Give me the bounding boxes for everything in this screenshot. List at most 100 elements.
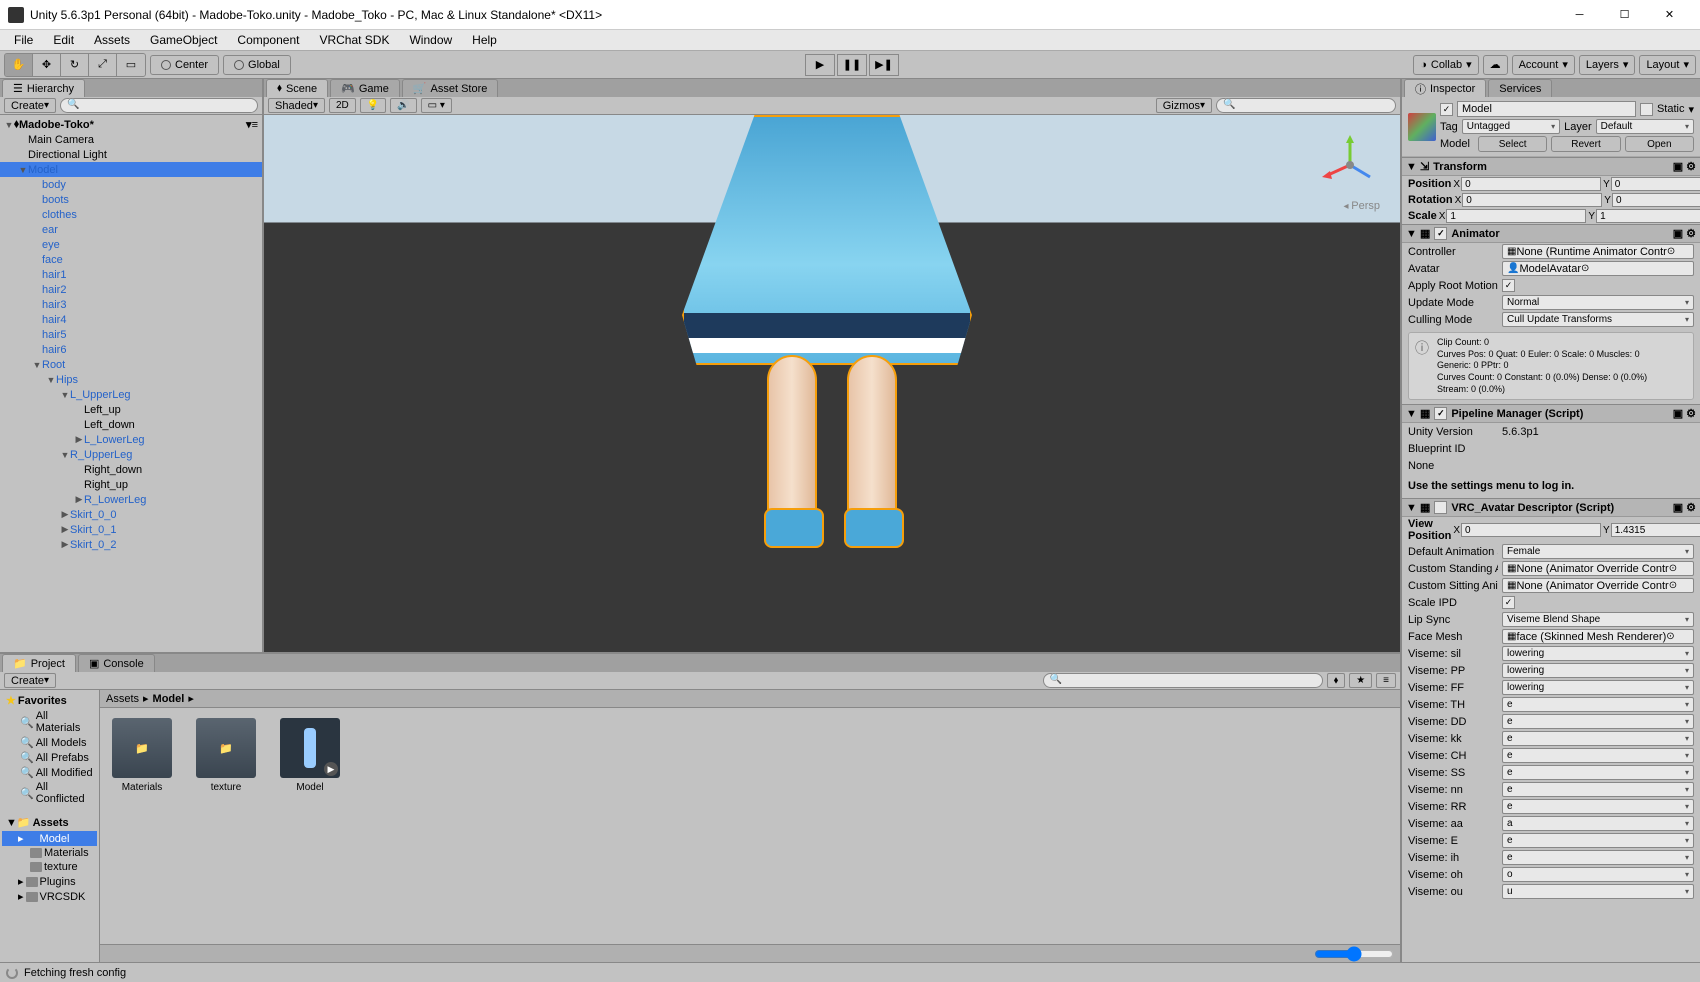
gear-icon[interactable]: ▣ ⚙ xyxy=(1673,227,1696,240)
console-tab[interactable]: ▣ Console xyxy=(78,654,155,672)
favorite-all-modified[interactable]: 🔍All Modified xyxy=(2,765,97,780)
hierarchy-item-body[interactable]: body xyxy=(0,177,262,192)
assets-header[interactable]: ▼📁 Assets xyxy=(2,814,97,831)
light-toggle[interactable]: 💡 xyxy=(360,98,386,113)
move-tool[interactable]: ✥ xyxy=(33,54,61,76)
face-mesh-field[interactable]: ▦ face (Skinned Mesh Renderer) ⊙ xyxy=(1502,629,1694,644)
select-button[interactable]: Select xyxy=(1478,136,1547,152)
menu-gameobject[interactable]: GameObject xyxy=(140,30,227,50)
scale-ipd-checkbox[interactable]: ✓ xyxy=(1502,596,1515,609)
scene-viewport[interactable]: ◂ Persp xyxy=(264,115,1400,652)
favorite-all-models[interactable]: 🔍All Models xyxy=(2,735,97,750)
hierarchy-item-main-camera[interactable]: Main Camera xyxy=(0,132,262,147)
hierarchy-item-directional-light[interactable]: Directional Light xyxy=(0,147,262,162)
asset-store-tab[interactable]: 🛒 Asset Store xyxy=(402,79,499,97)
scale-x[interactable] xyxy=(1446,209,1586,223)
inspector-tab[interactable]: ⓘ Inspector xyxy=(1404,79,1486,97)
breadcrumb[interactable]: Assets ▸ Model ▸ xyxy=(100,690,1400,708)
rotate-tool[interactable]: ↻ xyxy=(61,54,89,76)
services-tab[interactable]: Services xyxy=(1488,79,1552,97)
project-filter-2[interactable]: ★ xyxy=(1349,673,1372,688)
hierarchy-item-r-lowerleg[interactable]: ▶R_LowerLeg xyxy=(0,492,262,507)
avatar-field[interactable]: 👤 ModelAvatar ⊙ xyxy=(1502,261,1694,276)
hierarchy-item-right-up[interactable]: Right_up xyxy=(0,477,262,492)
menu-file[interactable]: File xyxy=(4,30,43,50)
gizmos-dropdown[interactable]: Gizmos ▾ xyxy=(1156,98,1212,113)
viseme-dropdown[interactable]: lowering xyxy=(1502,663,1694,678)
folder-plugins[interactable]: ▸Plugins xyxy=(2,874,97,889)
scene-tab[interactable]: ⬧ Scene xyxy=(266,79,328,97)
project-filter-3[interactable]: ≡ xyxy=(1376,673,1396,688)
hierarchy-item-root[interactable]: ▼Root xyxy=(0,357,262,372)
gameobject-name[interactable] xyxy=(1457,101,1636,117)
lip-sync-dropdown[interactable]: Viseme Blend Shape xyxy=(1502,612,1694,627)
asset-materials[interactable]: 📁Materials xyxy=(110,718,174,793)
gear-icon[interactable]: ▣ ⚙ xyxy=(1673,407,1696,420)
favorite-all-prefabs[interactable]: 🔍All Prefabs xyxy=(2,750,97,765)
play-button[interactable]: ▶ xyxy=(805,54,835,76)
hierarchy-item-skirt-0-2[interactable]: ▶Skirt_0_2 xyxy=(0,537,262,552)
revert-button[interactable]: Revert xyxy=(1551,136,1620,152)
open-button[interactable]: Open xyxy=(1625,136,1694,152)
pivot-toggle[interactable]: Center xyxy=(150,55,219,75)
viseme-dropdown[interactable]: e xyxy=(1502,714,1694,729)
thumbnail-size-slider[interactable] xyxy=(1314,946,1394,962)
hierarchy-item-hips[interactable]: ▼Hips xyxy=(0,372,262,387)
gear-icon[interactable]: ▣ ⚙ xyxy=(1673,160,1696,173)
viseme-dropdown[interactable]: u xyxy=(1502,884,1694,899)
view-y[interactable] xyxy=(1611,523,1700,537)
culling-dropdown[interactable]: Cull Update Transforms xyxy=(1502,312,1694,327)
step-button[interactable]: ▶❚ xyxy=(869,54,899,76)
menu-assets[interactable]: Assets xyxy=(84,30,140,50)
hierarchy-item-skirt-0-1[interactable]: ▶Skirt_0_1 xyxy=(0,522,262,537)
scene-search[interactable]: 🔍 xyxy=(1216,98,1396,113)
audio-toggle[interactable]: 🔊 xyxy=(390,98,416,113)
hierarchy-search[interactable]: 🔍 xyxy=(60,98,258,113)
viseme-dropdown[interactable]: e xyxy=(1502,697,1694,712)
menu-vrchat-sdk[interactable]: VRChat SDK xyxy=(309,30,399,50)
layout-dropdown[interactable]: Layout ▾ xyxy=(1639,55,1696,75)
pos-y[interactable] xyxy=(1611,177,1700,191)
pipeline-header[interactable]: ▼ ▦ ✓ Pipeline Manager (Script)▣ ⚙ xyxy=(1402,404,1700,423)
project-tab[interactable]: 📁 Project xyxy=(2,654,76,672)
hierarchy-item-eye[interactable]: eye xyxy=(0,237,262,252)
sitting-field[interactable]: ▦ None (Animator Override Contr ⊙ xyxy=(1502,578,1694,593)
transform-header[interactable]: ▼ ⇲ Transform▣ ⚙ xyxy=(1402,157,1700,176)
fx-toggle[interactable]: ▭ ▾ xyxy=(421,98,452,113)
hierarchy-create[interactable]: Create ▾ xyxy=(4,98,56,113)
apply-root-checkbox[interactable]: ✓ xyxy=(1502,279,1515,292)
hierarchy-item-hair3[interactable]: hair3 xyxy=(0,297,262,312)
gameobject-icon[interactable] xyxy=(1408,113,1436,141)
viseme-dropdown[interactable]: a xyxy=(1502,816,1694,831)
favorites-header[interactable]: ★Favorites xyxy=(2,692,97,709)
hierarchy-item-boots[interactable]: boots xyxy=(0,192,262,207)
close-button[interactable]: ✕ xyxy=(1647,1,1692,29)
2d-toggle[interactable]: 2D xyxy=(329,98,356,113)
viseme-dropdown[interactable]: lowering xyxy=(1502,680,1694,695)
menu-help[interactable]: Help xyxy=(462,30,507,50)
hierarchy-item-ear[interactable]: ear xyxy=(0,222,262,237)
hierarchy-item-left-down[interactable]: Left_down xyxy=(0,417,262,432)
hierarchy-tab[interactable]: ☰ Hierarchy xyxy=(2,79,85,97)
game-tab[interactable]: 🎮 Game xyxy=(330,79,400,97)
viseme-dropdown[interactable]: e xyxy=(1502,799,1694,814)
minimize-button[interactable]: ─ xyxy=(1557,1,1602,29)
folder-model[interactable]: ▸Model xyxy=(2,831,97,846)
vrc-header[interactable]: ▼ ▦ VRC_Avatar Descriptor (Script)▣ ⚙ xyxy=(1402,498,1700,517)
account-dropdown[interactable]: Account ▾ xyxy=(1512,55,1575,75)
maximize-button[interactable]: ☐ xyxy=(1602,1,1647,29)
hierarchy-item-l-lowerleg[interactable]: ▶L_LowerLeg xyxy=(0,432,262,447)
folder-texture[interactable]: texture xyxy=(2,860,97,874)
viseme-dropdown[interactable]: e xyxy=(1502,748,1694,763)
hierarchy-item-hair5[interactable]: hair5 xyxy=(0,327,262,342)
update-mode-dropdown[interactable]: Normal xyxy=(1502,295,1694,310)
standing-field[interactable]: ▦ None (Animator Override Contr ⊙ xyxy=(1502,561,1694,576)
viseme-dropdown[interactable]: e xyxy=(1502,782,1694,797)
collab-dropdown[interactable]: ◑ Collab ▾ xyxy=(1413,55,1478,75)
controller-field[interactable]: ▦ None (Runtime Animator Contr ⊙ xyxy=(1502,244,1694,259)
hierarchy-item-clothes[interactable]: clothes xyxy=(0,207,262,222)
folder-vrcsdk[interactable]: ▸VRCSDK xyxy=(2,889,97,904)
static-checkbox[interactable] xyxy=(1640,103,1653,116)
asset-texture[interactable]: 📁texture xyxy=(194,718,258,793)
hierarchy-item-hair4[interactable]: hair4 xyxy=(0,312,262,327)
